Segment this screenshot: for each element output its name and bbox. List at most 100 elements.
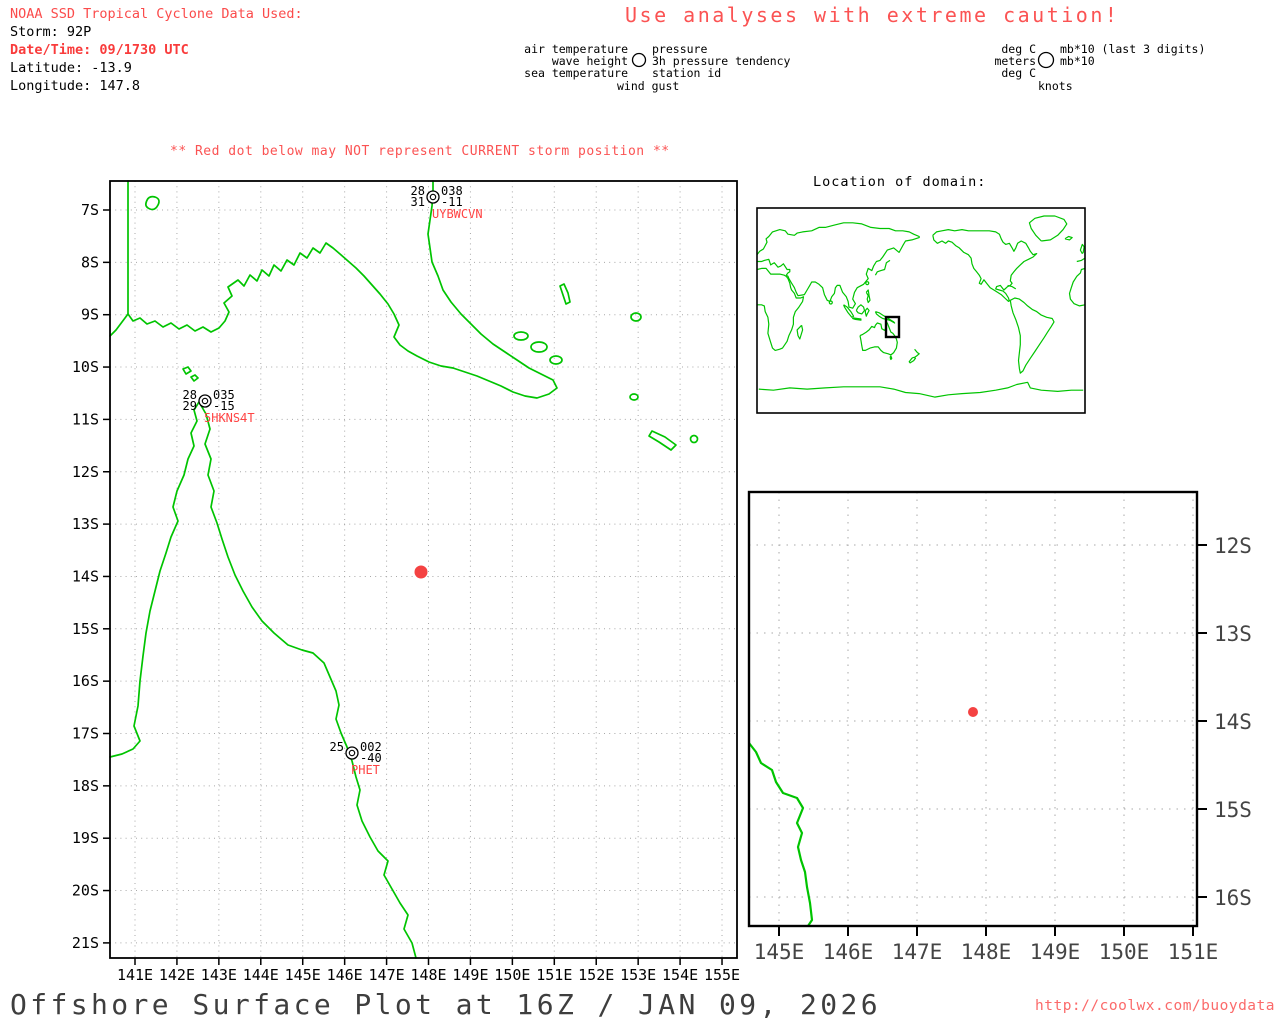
lon-tick-label: 151E bbox=[1168, 940, 1219, 964]
lon-tick-label: 152E bbox=[578, 966, 614, 984]
island bbox=[865, 281, 870, 286]
lon-tick-label: 149E bbox=[1030, 940, 1081, 964]
coastline bbox=[127, 180, 558, 399]
lat-tick-label: 14S bbox=[72, 567, 99, 585]
island bbox=[549, 355, 563, 365]
lat-tick-label: 13S bbox=[72, 515, 99, 533]
lon-tick-label: 148E bbox=[410, 966, 446, 984]
station-id: 5HKNS4T bbox=[204, 411, 255, 425]
station-plot: 25 002-40PHET bbox=[330, 740, 382, 777]
coastline bbox=[182, 366, 192, 375]
lat-tick-label: 9S bbox=[81, 306, 99, 324]
lat-tick-label: 11S bbox=[72, 410, 99, 428]
world-coastline bbox=[796, 324, 804, 340]
plot-canvas: 141E 142E 143E 144E 145E 146E 147E 148E 149E 150E… bbox=[72, 180, 1252, 984]
lon-tick-label: 144E bbox=[243, 966, 279, 984]
lat-tick-label: 18S bbox=[72, 777, 99, 795]
lat-tick-label: 14S bbox=[1214, 710, 1252, 734]
world-coastline bbox=[865, 289, 871, 304]
island bbox=[689, 434, 699, 444]
lat-tick-label: 21S bbox=[72, 934, 99, 952]
lat-tick-label: 8S bbox=[81, 253, 99, 271]
world-coastline bbox=[932, 229, 1038, 302]
storm-dot bbox=[968, 707, 978, 717]
lon-tick-label: 146E bbox=[327, 966, 363, 984]
island bbox=[530, 341, 548, 353]
world-coastline bbox=[1028, 215, 1068, 242]
coastline bbox=[109, 401, 417, 959]
plot-title: Offshore Surface Plot at 16Z / JAN 09, 2… bbox=[10, 988, 882, 1021]
main-map: 141E 142E 143E 144E 145E 146E 147E 148E 149E 150E… bbox=[72, 180, 740, 984]
lat-tick-label: 7S bbox=[81, 201, 99, 219]
lon-tick-label: 155E bbox=[704, 966, 740, 984]
coastline bbox=[144, 195, 160, 211]
world-coastline bbox=[758, 381, 1084, 398]
lon-tick-label: 141E bbox=[117, 966, 153, 984]
lon-tick-label: 142E bbox=[159, 966, 195, 984]
coastline bbox=[559, 283, 571, 305]
main-map-coastlines bbox=[109, 180, 699, 959]
world-coastline bbox=[756, 267, 805, 351]
world-coastline bbox=[1064, 235, 1073, 241]
world-coastline bbox=[874, 259, 891, 276]
world-coastline bbox=[852, 317, 862, 321]
world-coastline bbox=[1009, 297, 1055, 374]
lat-tick-label: 16S bbox=[1214, 886, 1252, 910]
lat-tick-label: 17S bbox=[72, 725, 99, 743]
world-coastline bbox=[889, 355, 893, 361]
lon-tick-label: 150E bbox=[1099, 940, 1150, 964]
station-air-temp: 25 bbox=[330, 740, 344, 754]
lat-tick-label: 16S bbox=[72, 672, 99, 690]
lat-tick-label: 15S bbox=[72, 620, 99, 638]
zoom-inset: 145E 146E 147E 148E 149E 150E 151E 12S 13S 14S 15S… bbox=[747, 490, 1252, 964]
lon-tick-label: 148E bbox=[961, 940, 1012, 964]
zoom-inset-coastline bbox=[748, 742, 814, 927]
lon-tick-label: 153E bbox=[620, 966, 656, 984]
world-coastline bbox=[1079, 243, 1085, 254]
coastline bbox=[648, 430, 677, 451]
coastline bbox=[190, 374, 199, 382]
world-coastline bbox=[914, 348, 920, 358]
station-circle-icon bbox=[198, 394, 212, 408]
station-id: PHET bbox=[351, 763, 380, 777]
world-coastlines bbox=[756, 215, 1086, 398]
lon-tick-label: 143E bbox=[201, 966, 237, 984]
island bbox=[828, 300, 833, 305]
lon-tick-label: 145E bbox=[754, 940, 805, 964]
lat-tick-label: 19S bbox=[72, 829, 99, 847]
island bbox=[629, 393, 639, 401]
world-coastline bbox=[1007, 284, 1017, 290]
station-plot: 28 03831 -11UYBWCVN bbox=[411, 184, 483, 221]
world-coastline bbox=[864, 307, 870, 317]
lon-tick-label: 149E bbox=[452, 966, 488, 984]
lat-tick-label: 10S bbox=[72, 358, 99, 376]
station-circle-icon bbox=[345, 746, 359, 760]
lat-tick-label: 15S bbox=[1214, 798, 1252, 822]
world-coastline bbox=[932, 235, 1011, 302]
world-coastline bbox=[859, 322, 898, 356]
station-circle-icon bbox=[426, 190, 440, 204]
world-coastline bbox=[757, 258, 791, 276]
coastline bbox=[109, 313, 129, 337]
station-id: UYBWCVN bbox=[432, 207, 483, 221]
station-sea-temp: 31 bbox=[411, 195, 425, 209]
world-coastline bbox=[908, 356, 917, 364]
lat-tick-label: 12S bbox=[72, 463, 99, 481]
lon-tick-label: 147E bbox=[892, 940, 943, 964]
buoy-surface-plot-page: NOAA SSD Tropical Cyclone Data Used: Sto… bbox=[0, 0, 1280, 1024]
lat-tick-label: 13S bbox=[1214, 622, 1252, 646]
storm-dot bbox=[414, 565, 428, 579]
lon-tick-label: 150E bbox=[494, 966, 530, 984]
lon-tick-label: 146E bbox=[823, 940, 874, 964]
world-coastline bbox=[1076, 257, 1086, 263]
zoom-inset-ticks bbox=[778, 544, 1207, 936]
station-sea-temp: 29 bbox=[183, 399, 197, 413]
lat-tick-label: 12S bbox=[1214, 534, 1252, 558]
lon-tick-label: 145E bbox=[285, 966, 321, 984]
main-map-ticks bbox=[103, 209, 723, 965]
lon-tick-label: 151E bbox=[536, 966, 572, 984]
island bbox=[513, 331, 529, 341]
world-coastline bbox=[855, 304, 866, 315]
world-inset bbox=[756, 207, 1086, 414]
lon-tick-label: 154E bbox=[662, 966, 698, 984]
